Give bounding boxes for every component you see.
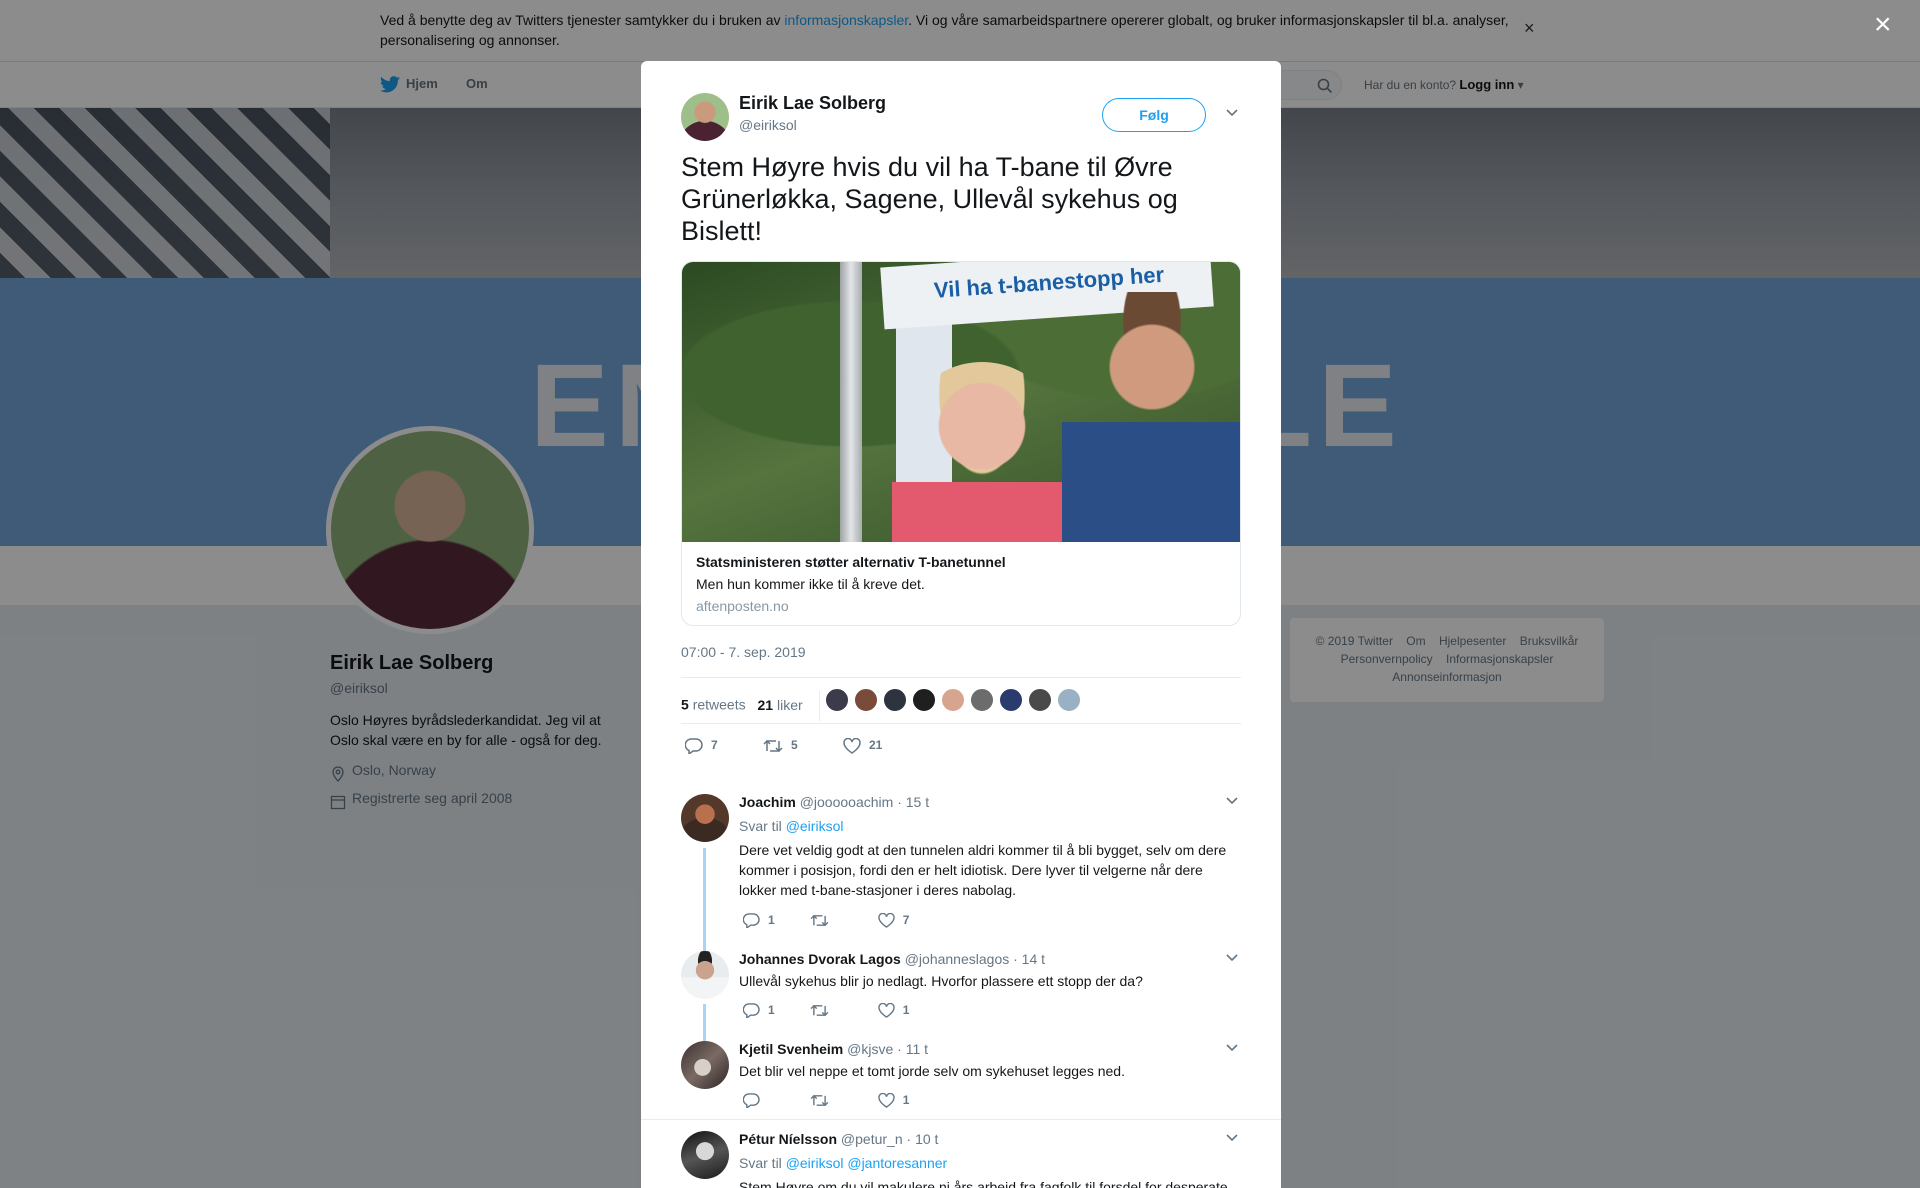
liker-avatar[interactable] (825, 688, 849, 712)
liker-avatar[interactable] (970, 688, 994, 712)
reply-text: Dere vet veldig godt at den tunnelen ald… (739, 842, 1227, 898)
like-action[interactable]: 1 (877, 1003, 942, 1019)
chevron-down-icon[interactable] (1225, 108, 1239, 118)
reply-icon (742, 1093, 760, 1110)
reply-icon (742, 913, 760, 930)
liker-avatar[interactable] (912, 688, 936, 712)
reply-text: Ullevål sykehus blir jo nedlagt. Hvorfor… (739, 973, 1143, 989)
reply-avatar[interactable] (681, 794, 729, 842)
likes-stat[interactable]: 21 liker (758, 697, 803, 713)
reply-actions: 1 1 (742, 1003, 942, 1020)
liker-avatar[interactable] (1057, 688, 1081, 712)
liker-avatar[interactable] (883, 688, 907, 712)
retweet-icon (810, 915, 829, 927)
retweet-icon (763, 739, 783, 753)
reply-text: Det blir vel neppe et tomt jorde selv om… (739, 1063, 1125, 1079)
liker-avatar[interactable] (999, 688, 1023, 712)
divider (641, 1119, 1281, 1120)
reply-header: Johannes Dvorak Lagos @johanneslagos · 1… (739, 951, 1046, 967)
like-action[interactable]: 7 (877, 913, 942, 929)
card-domain: aftenposten.no (696, 598, 789, 614)
reply-actions: 1 (742, 1093, 942, 1110)
reply-action[interactable]: 7 (684, 738, 718, 756)
reply-icon (742, 1003, 760, 1020)
reply-to-mention[interactable]: @eiriksol (786, 818, 844, 834)
tweet-timestamp[interactable]: 07:00 - 7. sep. 2019 (681, 644, 806, 660)
tweet-text: Stem Høyre hvis du vil ha T-bane til Øvr… (681, 152, 1178, 246)
reply-to: Svar til @eiriksol @jantoresanner (739, 1155, 948, 1171)
reply-icon (684, 738, 703, 756)
retweet-icon (810, 1095, 829, 1107)
liker-avatar[interactable] (854, 688, 878, 712)
heart-icon (877, 1003, 895, 1019)
author-avatar[interactable] (681, 93, 729, 141)
chevron-down-icon[interactable] (1225, 953, 1239, 963)
reply-header: Joachim @joooooachim · 15 t (739, 794, 930, 810)
stats-separator (818, 691, 820, 721)
card-photo: Vil ha t-banestopp her (682, 262, 1240, 542)
divider (681, 677, 1241, 678)
author-handle[interactable]: @eiriksol (739, 117, 797, 133)
retweet-action[interactable]: 5 (763, 738, 798, 754)
retweet-action[interactable] (810, 913, 874, 928)
chevron-down-icon[interactable] (1225, 796, 1239, 806)
heart-icon (877, 913, 895, 929)
chevron-down-icon[interactable] (1225, 1133, 1239, 1143)
reply-avatar[interactable] (681, 951, 729, 999)
retweet-action[interactable] (810, 1093, 874, 1108)
like-action[interactable]: 21 (843, 737, 882, 754)
reply-avatar[interactable] (681, 1041, 729, 1089)
retweet-icon (810, 1005, 829, 1017)
reply-action[interactable]: 1 (742, 913, 807, 930)
photo-pole (840, 262, 862, 542)
reply-text: Stem Høyre om du vil makulere ni års arb… (739, 1179, 1228, 1188)
reply-action[interactable]: 1 (742, 1003, 807, 1020)
photo-person-right (1062, 292, 1240, 542)
photo-person-left (892, 362, 1072, 542)
reply-action[interactable] (742, 1093, 807, 1110)
tweet-modal: Eirik Lae Solberg @eiriksol Følg Stem Hø… (641, 61, 1281, 1188)
like-action[interactable]: 1 (877, 1093, 942, 1109)
liker-avatar[interactable] (941, 688, 965, 712)
follow-button[interactable]: Følg (1102, 98, 1206, 132)
reply-header: Pétur Níelsson @petur_n · 10 t (739, 1131, 939, 1147)
retweet-action[interactable] (810, 1003, 874, 1018)
author-name[interactable]: Eirik Lae Solberg (739, 93, 886, 114)
divider (681, 723, 1241, 724)
card-title: Statsministeren støtter alternativ T-ban… (696, 554, 1006, 570)
card-description: Men hun kommer ikke til å kreve det. (696, 576, 925, 592)
reply-avatar[interactable] (681, 1131, 729, 1179)
heart-icon (843, 737, 861, 754)
link-card[interactable]: Vil ha t-banestopp her Statsministeren s… (681, 261, 1241, 626)
likers-avatars (825, 688, 1086, 717)
thread-line (703, 1004, 706, 1044)
retweets-stat[interactable]: 5 retweets (681, 697, 746, 713)
liker-avatar[interactable] (1028, 688, 1052, 712)
reply-actions: 1 7 (742, 913, 942, 930)
close-modal-button[interactable]: × (1874, 10, 1892, 40)
tweet-stats: 5 retweets 21 liker (681, 691, 826, 721)
heart-icon (877, 1093, 895, 1109)
chevron-down-icon[interactable] (1225, 1043, 1239, 1053)
reply-to-mention[interactable]: @eiriksol @jantoresanner (786, 1155, 948, 1171)
reply-header: Kjetil Svenheim @kjsve · 11 t (739, 1041, 929, 1057)
reply-to: Svar til @eiriksol (739, 818, 844, 834)
